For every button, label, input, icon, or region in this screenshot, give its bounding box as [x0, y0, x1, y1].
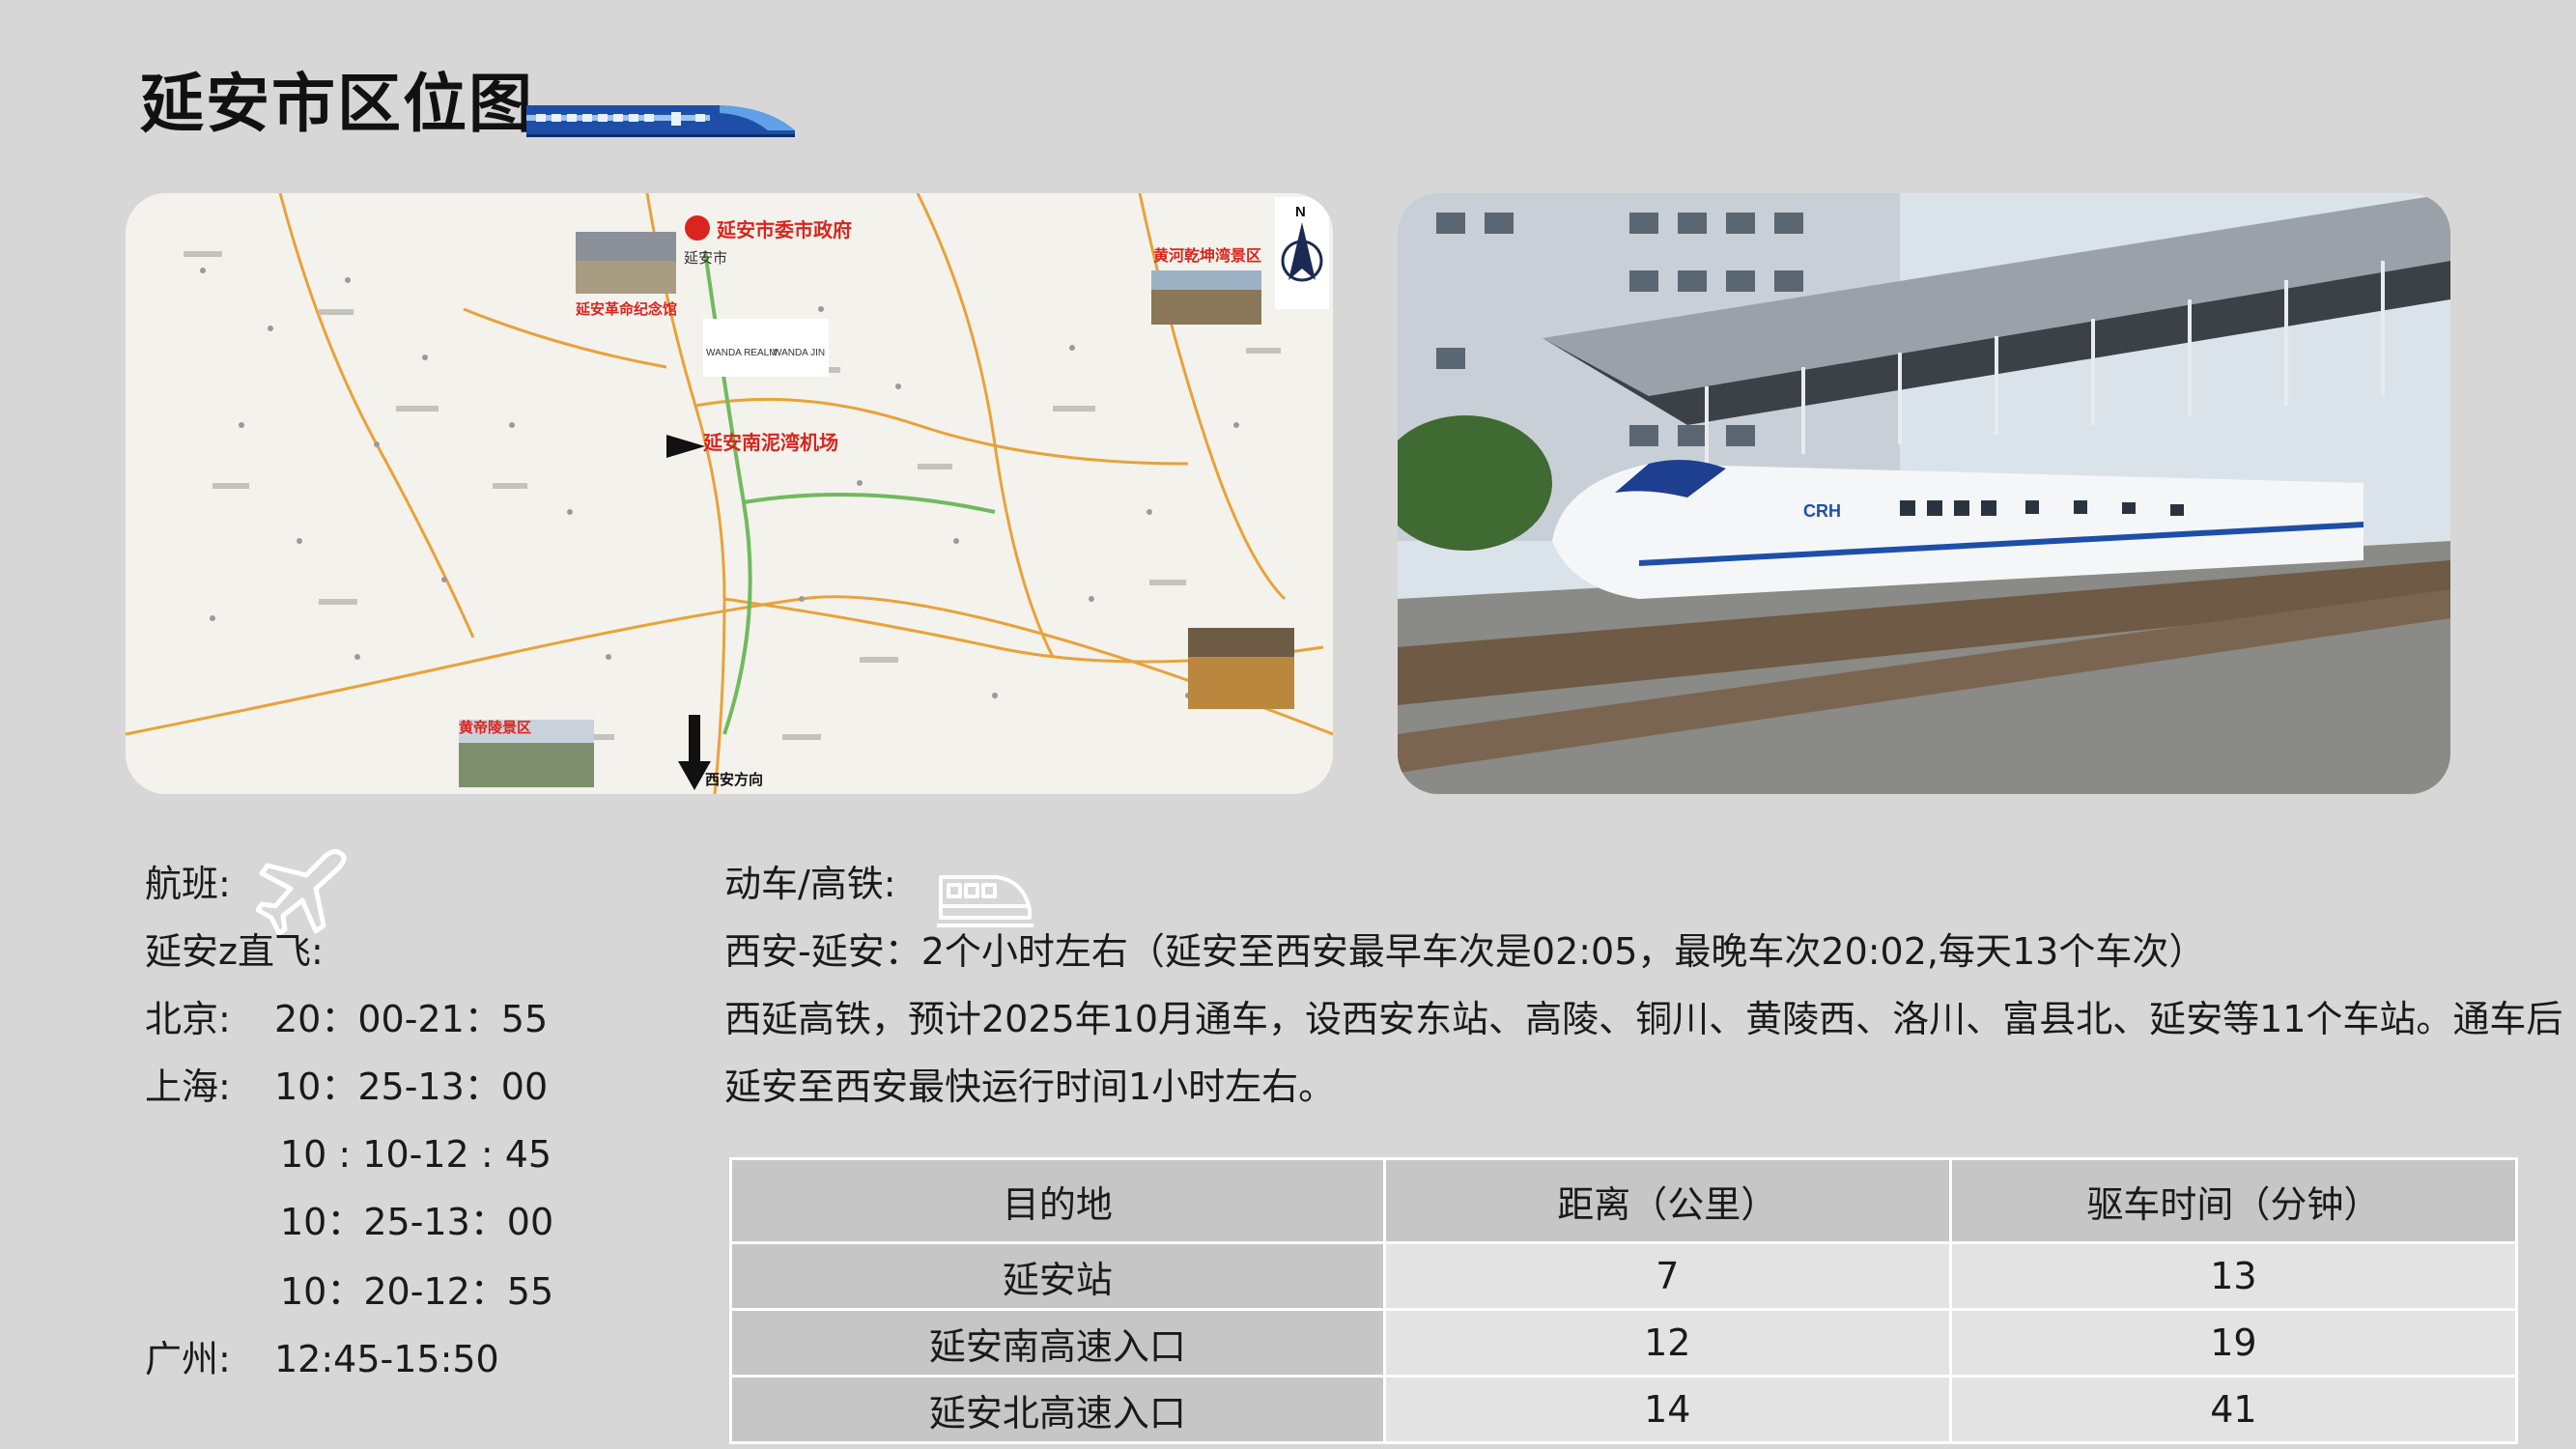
flight-row: 10：25-13：00: [280, 1188, 553, 1256]
table-row: 延安北高速入口 14 41: [729, 1375, 2519, 1444]
flight-time: 10 : 10-12 : 45: [280, 1133, 552, 1176]
map-label-huangdi: 黄帝陵景区: [459, 719, 531, 736]
map-label-wanda-realm: WANDA REALM: [706, 348, 778, 358]
map-label-gov: 延安市委市政府: [716, 218, 852, 242]
flight-time: 20：00-21：55: [274, 998, 549, 1040]
destination-cell: 延安南高速入口: [729, 1308, 1386, 1378]
svg-text:CRH: CRH: [1803, 501, 1841, 521]
map-label-airport: 延安南泥湾机场: [702, 431, 838, 454]
flight-city: 上海:: [145, 1065, 231, 1108]
flight-row: 10：20-12：55: [280, 1258, 553, 1325]
map-label-memorial: 延安革命纪念馆: [575, 300, 677, 318]
distance-cell: 12: [1382, 1308, 1952, 1378]
distance-cell: 7: [1382, 1241, 1952, 1311]
column-header-destination: 目的地: [729, 1157, 1386, 1244]
distance-cell: 14: [1382, 1375, 1952, 1444]
map-label-north: N: [1295, 204, 1306, 220]
map-label-wanda-jin: WANDA JIN: [773, 348, 825, 358]
drive-time-cell: 41: [1948, 1375, 2519, 1444]
page-title: 延安市区位图: [140, 67, 534, 141]
distance-table: 目的地 距离（公里） 驱车时间（分钟） 延安站 7 13 延安南高速入口 12 …: [729, 1157, 2519, 1444]
rail-line-1: 西安-延安：2个小时左右（延安至西安最早车次是02:05，最晚车次20:02,每…: [724, 930, 2206, 973]
flight-row: 上海: 10：25-13：00: [145, 1053, 548, 1121]
high-speed-train-icon: [526, 105, 795, 137]
flight-row: 北京: 20：00-21：55: [145, 985, 548, 1053]
flight-heading: 航班:: [145, 863, 231, 905]
table-header-row: 目的地 距离（公里） 驱车时间（分钟）: [729, 1157, 2519, 1244]
flight-time: 12:45-15:50: [274, 1338, 499, 1380]
flight-time: 10：25-13：00: [274, 1065, 549, 1108]
flight-time: 10：20-12：55: [280, 1270, 554, 1313]
table-row: 延安站 7 13: [729, 1241, 2519, 1311]
flight-time: 10：25-13：00: [280, 1201, 554, 1243]
table-row: 延安南高速入口 12 19: [729, 1308, 2519, 1378]
flight-row: 10 : 10-12 : 45: [280, 1121, 552, 1188]
train-station-photo: CRH: [1398, 193, 2450, 794]
map-label-xian: 西安方向: [705, 771, 763, 788]
flight-row: 广州: 12:45-15:50: [145, 1325, 499, 1393]
drive-time-cell: 19: [1948, 1308, 2519, 1378]
rail-line-2: 西延高铁，预计2025年10月通车，设西安东站、高陵、铜川、黄陵西、洛川、富县北…: [724, 998, 2563, 1040]
yanan-location-map: 延安市委市政府 延安市 延安革命纪念馆 WANDA REALM WANDA JI…: [126, 193, 1333, 794]
flight-city: 广州:: [145, 1338, 231, 1380]
destination-cell: 延安北高速入口: [729, 1375, 1386, 1444]
train-icon: [937, 875, 1033, 927]
column-header-distance: 距离（公里）: [1382, 1157, 1952, 1244]
destination-cell: 延安站: [729, 1241, 1386, 1311]
column-header-drive-time: 驱车时间（分钟）: [1948, 1157, 2519, 1244]
rail-line-3: 延安至西安最快运行时间1小时左右。: [724, 1065, 1336, 1108]
flight-city: 北京:: [145, 998, 231, 1040]
map-label-city: 延安市: [684, 250, 727, 267]
rail-heading: 动车/高铁:: [724, 863, 896, 905]
drive-time-cell: 13: [1948, 1241, 2519, 1311]
airplane-icon: [256, 848, 347, 935]
map-label-hukou: 黄河乾坤湾景区: [1153, 246, 1261, 265]
